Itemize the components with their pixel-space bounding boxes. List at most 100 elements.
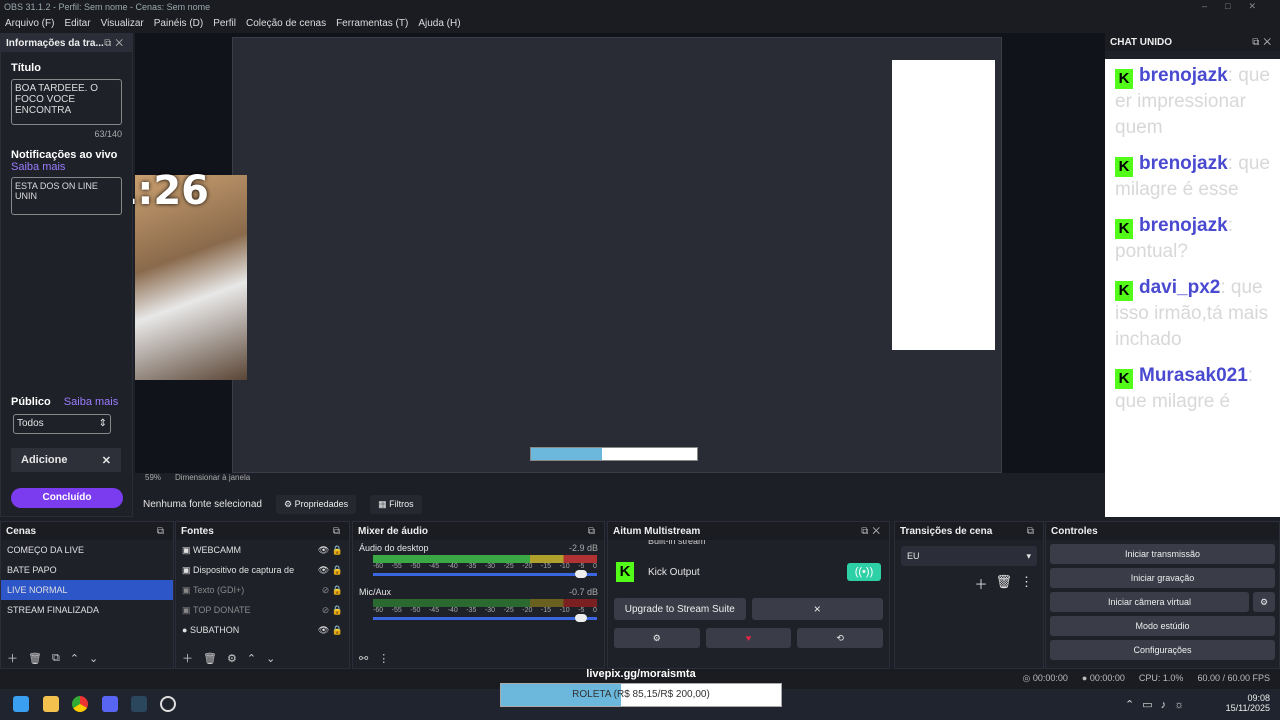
obs-icon[interactable] — [160, 696, 176, 712]
titulo-input[interactable]: BOA TARDEEE. O FOCO VOCE ENCONTRA — [11, 79, 122, 125]
close-icon[interactable]: ⧉✕ — [861, 526, 884, 537]
scene-item[interactable]: LIVE NORMAL — [1, 580, 173, 600]
eye-icon[interactable]: 👁 — [318, 625, 332, 636]
filters-button[interactable]: ▦ Filtros — [370, 494, 422, 514]
settings-button[interactable]: Configurações — [1050, 640, 1275, 660]
chevron-down-icon[interactable]: ⌄ — [89, 652, 98, 665]
trash-icon[interactable]: 🗑 — [28, 652, 42, 665]
menu-editar[interactable]: Editar — [64, 18, 90, 30]
stream-toggle-button[interactable]: ((•)) — [847, 563, 881, 581]
close-icon[interactable]: ✕ — [102, 454, 111, 467]
file-explorer-icon[interactable] — [43, 696, 59, 712]
menu-dots-icon[interactable]: ⋮ — [1020, 574, 1033, 593]
eye-hidden-icon[interactable]: ⊘ — [322, 585, 332, 596]
resize-label[interactable]: Dimensionar à janela — [175, 473, 250, 487]
start-stream-button[interactable]: Iniciar transmissão — [1050, 544, 1275, 564]
start-recording-button[interactable]: Iniciar gravação — [1050, 568, 1275, 588]
chrome-icon[interactable] — [72, 696, 88, 712]
publico-saiba-mais[interactable]: Saiba mais — [64, 396, 118, 408]
preview-canvas[interactable] — [135, 33, 1105, 473]
concluido-button[interactable]: Concluído — [11, 488, 123, 508]
discord-icon[interactable] — [102, 696, 118, 712]
controls-title: Controles — [1051, 525, 1098, 537]
publico-label: Público — [11, 396, 51, 408]
heart-icon[interactable]: ♥ — [705, 628, 792, 648]
close-icon[interactable]: ⧉✕ — [104, 38, 127, 49]
scene-item[interactable]: STREAM FINALIZADA — [1, 600, 173, 620]
close-icon[interactable]: ⧉✕ — [1252, 37, 1275, 48]
system-tray[interactable]: ⌃▭♪☼ — [1125, 698, 1192, 711]
lock-icon[interactable]: 🔒 — [332, 565, 343, 576]
add-icon[interactable]: ＋ — [7, 650, 18, 666]
capture-icon: ▣ — [182, 564, 194, 575]
notif-input[interactable]: ESTA DOS ON LINE UNIN — [11, 177, 122, 215]
menu-visualizar[interactable]: Visualizar — [101, 18, 144, 30]
menu-ferramentas[interactable]: Ferramentas (T) — [336, 18, 408, 30]
preview-toolbar: 59% Dimensionar à janela — [135, 473, 1105, 487]
gear-icon[interactable]: ⚙ — [614, 628, 700, 648]
zoom-level[interactable]: 59% — [145, 473, 161, 487]
chevron-down-icon[interactable]: ⌄ — [266, 652, 275, 665]
lock-icon[interactable]: 🔒 — [332, 625, 343, 636]
sources-title: Fontes — [181, 525, 214, 537]
publico-select[interactable]: Todos ⇕ — [13, 414, 111, 434]
undock-icon[interactable]: ⧉ — [1027, 526, 1038, 537]
undock-icon[interactable]: ⧉ — [333, 526, 344, 537]
upgrade-button[interactable]: Upgrade to Stream Suite — [614, 598, 746, 620]
scene-item[interactable]: COMEÇO DA LIVE — [1, 540, 173, 560]
properties-button[interactable]: ⚙ Propriedades — [275, 494, 357, 514]
copy-icon[interactable]: ⧉ — [52, 652, 60, 665]
undock-icon[interactable]: ⧉ — [157, 526, 168, 537]
start-virtual-camera-button[interactable]: Iniciar câmera virtual — [1050, 592, 1249, 612]
eye-icon[interactable]: 👁 — [318, 545, 332, 556]
eye-hidden-icon[interactable]: ⊘ — [322, 605, 332, 616]
kick-icon: K — [1115, 281, 1133, 301]
lock-icon[interactable]: 🔒 — [332, 585, 343, 596]
clock[interactable]: 09:08 15/11/2025 — [1226, 693, 1270, 713]
link-icon[interactable]: ⚯ — [359, 652, 368, 665]
lock-icon[interactable]: 🔒 — [332, 605, 343, 616]
undock-icon[interactable]: ⧉ — [588, 526, 599, 537]
refresh-icon[interactable]: ⟲ — [797, 628, 884, 648]
builtin-stream-row: Built-in stream — [648, 540, 706, 546]
windows-start-icon[interactable] — [13, 696, 29, 712]
menu-paineis[interactable]: Painéis (D) — [154, 18, 203, 30]
kick-output-row: K Kick Output ((•)) — [616, 558, 881, 586]
studio-mode-button[interactable]: Modo estúdio — [1050, 616, 1275, 636]
volume-slider[interactable] — [373, 614, 597, 622]
chevron-up-icon[interactable]: ⌃ — [247, 652, 256, 665]
transition-select[interactable]: EU ▾ — [901, 546, 1037, 566]
close-button[interactable]: × — [751, 598, 883, 620]
add-icon[interactable]: ＋ — [182, 650, 193, 666]
source-item[interactable]: ▣ TOP DONATE ⊘ 🔒 — [176, 600, 349, 620]
stream-info-panel: Informações da tra... ⧉✕ Título BOA TARDE… — [0, 33, 133, 517]
kick-icon: K — [1115, 219, 1133, 239]
add-icon[interactable]: ＋ — [974, 574, 987, 593]
scene-item[interactable]: BATE PAPO — [1, 560, 173, 580]
window-controls[interactable]: –□✕ — [1202, 1, 1274, 12]
gear-icon[interactable]: ⚙ — [227, 652, 237, 665]
menu-dots-icon[interactable]: ⋮ — [378, 652, 389, 665]
source-item[interactable]: ▣ Dispositivo de captura de 👁 🔒 — [176, 560, 349, 580]
mixer-title: Mixer de áudio — [358, 525, 429, 537]
source-item[interactable]: ▣ WEBCAMM 👁 🔒 — [176, 540, 349, 560]
source-item[interactable]: ▣ Texto (GDI+) ⊘ 🔒 — [176, 580, 349, 600]
menu-perfil[interactable]: Perfil — [213, 18, 236, 30]
menu-arquivo[interactable]: Arquivo (F) — [5, 18, 54, 30]
trash-icon[interactable]: 🗑 — [203, 652, 217, 665]
gear-icon[interactable]: ⚙ — [1253, 592, 1275, 612]
window-title: OBS 31.1.2 - Perfil: Sem nome - Cenas: S… — [4, 2, 211, 12]
volume-slider[interactable] — [373, 570, 597, 578]
source-item[interactable]: ● SUBATHON 👁 🔒 — [176, 620, 349, 640]
kick-icon: K — [1115, 369, 1133, 389]
chevron-up-icon[interactable]: ⌃ — [70, 652, 79, 665]
lock-icon[interactable]: 🔒 — [332, 545, 343, 556]
chat-messages: Kbrenojazk: que er impressionar quem Kbr… — [1105, 59, 1280, 517]
menu-ajuda[interactable]: Ajuda (H) — [418, 18, 460, 30]
trash-icon[interactable]: 🗑 — [995, 574, 1012, 593]
menu-colecao-cenas[interactable]: Coleção de cenas — [246, 18, 326, 30]
steam-icon[interactable] — [131, 696, 147, 712]
saiba-mais-link[interactable]: Saiba mais — [11, 161, 65, 173]
chat-message: Kbrenojazk: pontual? — [1115, 215, 1233, 262]
eye-icon[interactable]: 👁 — [318, 565, 332, 576]
